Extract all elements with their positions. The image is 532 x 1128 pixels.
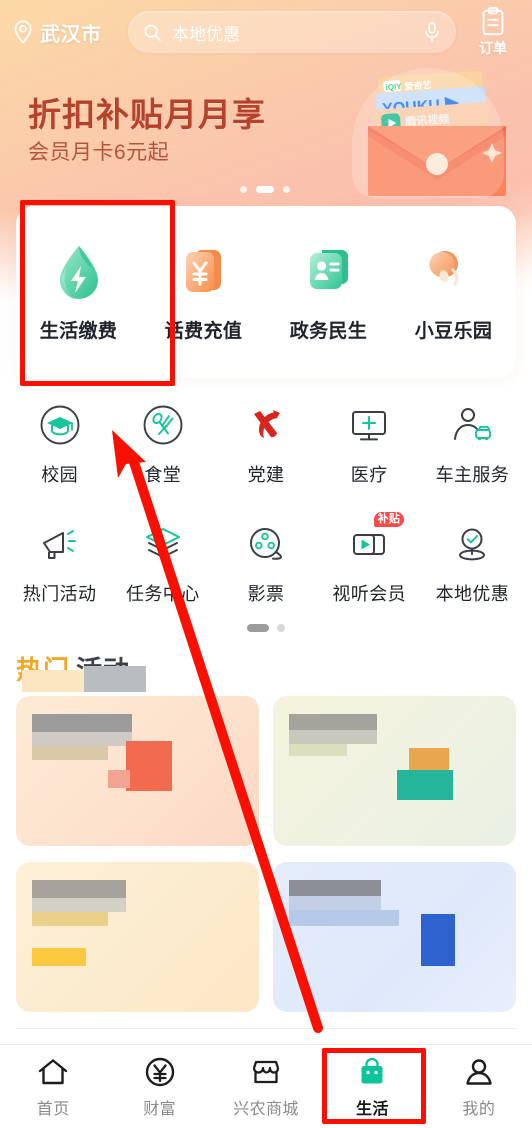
quick-tile-xiaodou-park[interactable]: 小豆乐园 xyxy=(391,242,516,343)
orders-label: 订单 xyxy=(479,39,507,56)
banner-dot-1[interactable] xyxy=(240,186,247,193)
grid-item-label: 车主服务 xyxy=(435,465,510,485)
spoon-fork-icon xyxy=(143,405,183,445)
pin-check-icon xyxy=(459,528,486,561)
banner-envelope-illustration: iQIY 爱奇艺 YOUKU 腾讯视频 xyxy=(330,66,526,198)
yen-card-icon xyxy=(185,249,221,292)
storefront-icon xyxy=(252,1060,280,1083)
quick-tile-label: 小豆乐园 xyxy=(414,320,493,342)
grid-item-party-building[interactable]: 党建 xyxy=(214,394,317,487)
heading-blur-block-a xyxy=(22,670,84,692)
quick-tile-label: 生活缴费 xyxy=(39,320,118,342)
id-card-icon xyxy=(309,249,348,289)
hot-activity-card[interactable] xyxy=(273,696,516,846)
shopping-bag-icon xyxy=(361,1057,383,1083)
tab-home[interactable]: 首页 xyxy=(0,1055,106,1119)
heading-blur-block-b xyxy=(84,666,146,692)
quick-tile-phone-recharge[interactable]: 话费充值 xyxy=(141,242,266,343)
yen-circle-icon xyxy=(145,1057,174,1086)
tab-label: 兴农商城 xyxy=(233,1100,299,1118)
banner-dot-2[interactable] xyxy=(256,186,274,193)
video-play-icon xyxy=(353,534,386,555)
stacked-layers-icon xyxy=(145,528,180,558)
grid-item-movie-ticket[interactable]: 影票 xyxy=(214,513,317,606)
hot-activity-section: 热门 活动 xyxy=(0,648,532,1029)
tab-label: 生活 xyxy=(356,1100,389,1118)
microphone-icon[interactable] xyxy=(422,21,442,43)
grid-row-1: 校园 食堂 党建 医疗 车主服务 xyxy=(0,394,532,487)
grid-item-hot-activity[interactable]: 热门活动 xyxy=(8,513,111,606)
tab-label: 我的 xyxy=(462,1100,496,1118)
search-input[interactable]: 本地优惠 xyxy=(128,11,456,53)
tab-label: 财富 xyxy=(143,1100,177,1118)
tab-label: 首页 xyxy=(36,1100,70,1118)
service-icon-grid: 校园 食堂 党建 医疗 车主服务 热门活动 任务中心 影票 补贴 视听会员 本地… xyxy=(0,394,532,632)
person-car-icon xyxy=(454,408,492,441)
app-header: 武汉市 本地优惠 订单 xyxy=(0,0,532,64)
bean-icon xyxy=(428,250,458,286)
grid-dot-2[interactable] xyxy=(277,624,285,632)
banner-title: 折扣补贴月月享 xyxy=(28,96,266,133)
hammer-sickle-icon xyxy=(254,410,280,438)
grid-item-canteen[interactable]: 食堂 xyxy=(111,394,214,487)
tab-life[interactable]: 生活 xyxy=(319,1055,425,1119)
banner-carousel-dots[interactable] xyxy=(240,186,290,193)
grid-page-indicator[interactable] xyxy=(0,624,532,632)
app-screen: 武汉市 本地优惠 订单 折扣补贴月月享 会员月卡6元起 iQIY 爱奇艺 腾讯视… xyxy=(0,0,532,1128)
film-reel-icon xyxy=(250,528,283,560)
search-icon xyxy=(144,24,161,41)
water-drop-bolt-icon xyxy=(59,245,98,299)
quick-tile-label: 话费充值 xyxy=(164,320,243,342)
hot-activity-cards xyxy=(0,690,532,1012)
video-play-icon-wrap: 补贴 xyxy=(346,512,405,567)
hot-activity-heading: 热门 活动 xyxy=(0,648,532,692)
hot-activity-card[interactable] xyxy=(16,696,259,846)
grid-item-label: 校园 xyxy=(41,465,78,485)
bottom-tabbar: 首页 财富 兴农商城 生活 我的 xyxy=(0,1044,532,1128)
grid-item-medical[interactable]: 医疗 xyxy=(318,394,421,487)
search-placeholder-text: 本地优惠 xyxy=(172,24,240,44)
grid-item-task-center[interactable]: 任务中心 xyxy=(111,513,214,606)
orders-button[interactable]: 订单 xyxy=(464,6,522,58)
grid-item-label: 影票 xyxy=(247,584,285,604)
banner-subtitle: 会员月卡6元起 xyxy=(28,141,170,164)
monitor-plus-icon xyxy=(352,411,387,441)
graduation-cap-icon xyxy=(40,405,80,445)
hot-card-row-1 xyxy=(16,696,516,846)
tab-wealth[interactable]: 财富 xyxy=(106,1055,212,1119)
megaphone-icon xyxy=(42,530,76,559)
grid-item-label: 本地优惠 xyxy=(435,584,510,604)
grid-item-label: 党建 xyxy=(247,465,285,485)
location-selector[interactable]: 武汉市 xyxy=(10,18,120,47)
grid-dot-1[interactable] xyxy=(247,624,269,632)
home-icon xyxy=(39,1058,68,1084)
quick-tile-life-payment[interactable]: 生活缴费 xyxy=(16,242,141,343)
section-divider xyxy=(16,1028,516,1029)
grid-row-2: 热门活动 任务中心 影票 补贴 视听会员 本地优惠 xyxy=(0,512,532,606)
hot-activity-card[interactable] xyxy=(273,862,516,1012)
quick-tile-label: 政务民生 xyxy=(289,320,368,342)
subsidy-badge: 补贴 xyxy=(373,512,405,527)
quick-tile-government-services[interactable]: 政务民生 xyxy=(266,242,391,343)
clipboard-icon xyxy=(482,6,504,35)
grid-item-car-owner-services[interactable]: 车主服务 xyxy=(421,394,524,487)
hot-card-row-2 xyxy=(16,862,516,1012)
grid-item-label: 医疗 xyxy=(350,465,388,485)
tab-mine[interactable]: 我的 xyxy=(426,1055,532,1119)
hot-activity-card[interactable] xyxy=(16,862,259,1012)
grid-item-label: 热门活动 xyxy=(22,584,97,604)
grid-item-label: 食堂 xyxy=(144,465,182,485)
banner-dot-3[interactable] xyxy=(283,186,290,193)
grid-item-local-deals[interactable]: 本地优惠 xyxy=(421,513,524,606)
grid-item-video-membership[interactable]: 补贴 视听会员 xyxy=(318,512,421,606)
grid-item-label: 任务中心 xyxy=(126,584,200,604)
grid-item-campus[interactable]: 校园 xyxy=(8,394,111,487)
tab-agriculture-mall[interactable]: 兴农商城 xyxy=(213,1055,319,1119)
quick-entry-card: 生活缴费 话费充值 政务民生 小豆乐园 xyxy=(16,206,516,378)
grid-item-label: 视听会员 xyxy=(332,584,407,604)
map-pin-icon xyxy=(14,20,32,44)
promo-banner[interactable]: 折扣补贴月月享 会员月卡6元起 iQIY 爱奇艺 YOUKU xyxy=(0,64,532,200)
person-icon xyxy=(466,1058,492,1085)
location-label: 武汉市 xyxy=(40,23,102,46)
